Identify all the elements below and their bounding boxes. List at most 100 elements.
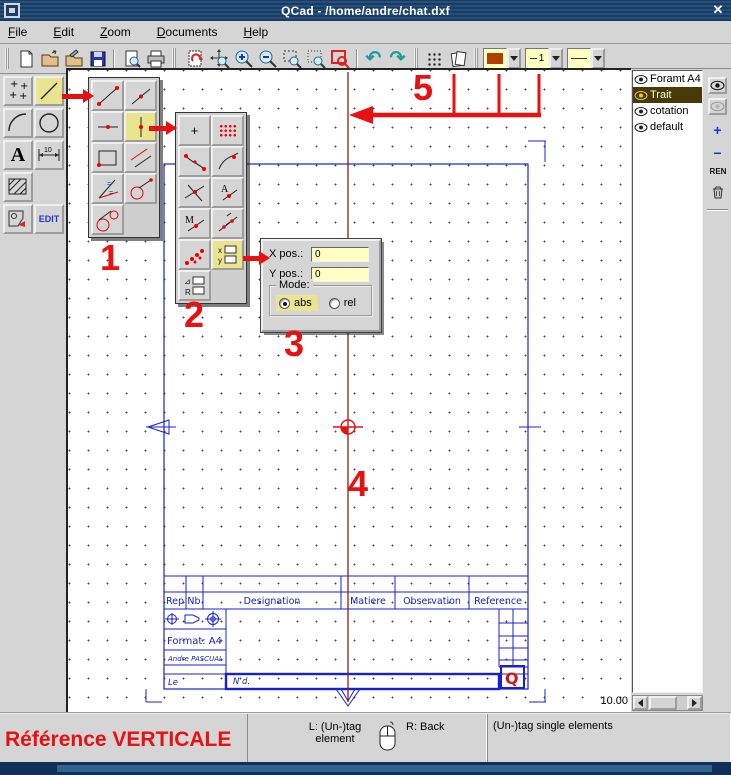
edit-mode-button[interactable]: EDIT (34, 204, 64, 234)
snap-endpoints-button[interactable] (178, 146, 211, 177)
points-tool-button[interactable]: ++++ (3, 76, 33, 106)
snap-intersection-button[interactable] (178, 177, 211, 208)
snap-grid-button[interactable] (211, 115, 244, 146)
layer-name: Foramt A4 (650, 73, 701, 85)
eye-icon (634, 74, 648, 85)
line-two-points-button[interactable] (91, 80, 124, 111)
toolbar-handle[interactable] (414, 48, 418, 69)
open-file-button[interactable] (38, 47, 61, 70)
menu-help[interactable]: Help (243, 25, 268, 39)
snap-distance-button[interactable] (211, 208, 244, 239)
scroll-right-arrow[interactable] (687, 696, 702, 710)
mode-abs-radio[interactable]: abs (276, 295, 318, 311)
delete-layer-button[interactable] (708, 183, 727, 200)
part-library-button[interactable] (3, 204, 33, 234)
x-glyph: x (218, 246, 222, 255)
y-glyph: y (218, 256, 222, 265)
pen-width-dropdown-arrow[interactable] (549, 48, 563, 69)
line-bisector-button[interactable]: == (91, 173, 124, 204)
undo-button[interactable]: ↶ (362, 47, 385, 70)
print-button[interactable] (144, 47, 167, 70)
layer-row-format[interactable]: Foramt A4 (633, 71, 702, 87)
scroll-thumb[interactable] (649, 696, 677, 710)
radio-dot-icon (279, 298, 290, 309)
hatch-tool-button[interactable] (3, 172, 33, 202)
layer-list[interactable]: Foramt A4 Trait cotation default (632, 70, 703, 693)
layer-list-hscrollbar[interactable] (632, 695, 703, 711)
pen-color-combo[interactable] (483, 48, 521, 69)
snap-auto-button[interactable]: A (211, 177, 244, 208)
new-file-button[interactable] (14, 47, 37, 70)
svg-text:=: = (107, 181, 111, 188)
menu-file[interactable]: File (8, 25, 27, 39)
layer-name: Trait (650, 89, 672, 101)
save-file-button[interactable] (86, 47, 109, 70)
dimension-tool-button[interactable]: 10 (34, 140, 64, 170)
menu-zoom[interactable]: Zoom (100, 25, 131, 39)
x-pos-label: X pos.: (269, 248, 311, 260)
line-parallel-button[interactable] (124, 142, 157, 173)
add-layer-button[interactable]: + (708, 121, 727, 138)
rename-layer-button[interactable]: REN (707, 167, 729, 176)
print-preview-button[interactable] (120, 47, 143, 70)
line-horizontal-button[interactable] (91, 111, 124, 142)
window-close-button[interactable]: ✕ (709, 1, 727, 19)
radio-icon (329, 298, 340, 309)
zoom-window-button[interactable] (280, 47, 303, 70)
annotation-number-3: 3 (284, 326, 304, 362)
circle-tool-button[interactable] (34, 108, 64, 138)
snap-multiple-button[interactable] (178, 239, 211, 270)
menu-documents[interactable]: Documents (157, 25, 218, 39)
angle-glyph: ⊿ (184, 277, 191, 286)
zoom-auto-button[interactable] (304, 47, 327, 70)
snap-middle-button[interactable]: M (178, 208, 211, 239)
annotation-number-5: 5 (413, 70, 433, 106)
edit-label: EDIT (39, 214, 60, 224)
status-help-text: (Un-)tag single elements (493, 720, 613, 732)
line-angle-button[interactable] (124, 80, 157, 111)
snap-on-entity-button[interactable] (211, 146, 244, 177)
toolbar-handle[interactable] (172, 48, 176, 69)
pen-color-dropdown-arrow[interactable] (507, 48, 521, 69)
menu-edit[interactable]: Edit (53, 25, 74, 39)
rectangle-button[interactable] (91, 142, 124, 173)
snap-free-button[interactable]: + (178, 115, 211, 146)
redraw-button[interactable] (184, 47, 207, 70)
import-file-button[interactable] (62, 47, 85, 70)
toolbar-handle[interactable] (5, 48, 9, 69)
hide-layer-button[interactable] (708, 98, 727, 115)
line-tool-button[interactable] (34, 76, 64, 106)
zoom-out-button[interactable] (256, 47, 279, 70)
layer-row-default[interactable]: default (633, 119, 702, 135)
title-block (164, 576, 528, 689)
zoom-in-button[interactable] (232, 47, 255, 70)
mode-rel-radio[interactable]: rel (326, 295, 362, 311)
line-tangent-point-button[interactable] (124, 173, 157, 204)
window-menu-icon[interactable] (4, 3, 20, 18)
zoom-previous-button[interactable] (328, 47, 351, 70)
status-command-label: Référence VERTICALE (5, 728, 231, 752)
tb-header-observation: Observation (403, 596, 461, 607)
grid-spacing-indicator: 10.00 (580, 695, 628, 707)
pen-width-combo[interactable]: 1 (525, 48, 563, 69)
text-tool-button[interactable]: A (3, 140, 33, 170)
layer-row-cotation[interactable]: cotation (633, 103, 702, 119)
dimension-10-label: 10 (44, 147, 52, 154)
layers-toggle-button[interactable] (446, 47, 469, 70)
line-tangent-circles-button[interactable] (91, 204, 124, 235)
remove-layer-button[interactable]: − (708, 144, 727, 161)
pen-style-dropdown-arrow[interactable] (591, 48, 605, 69)
show-layer-button[interactable] (708, 77, 727, 94)
snap-coordinates-button[interactable]: xy (211, 239, 244, 270)
layer-panel: Foramt A4 Trait cotation default + (631, 68, 731, 712)
pen-style-combo[interactable] (567, 48, 605, 69)
y-pos-input[interactable] (311, 267, 369, 282)
scroll-left-arrow[interactable] (633, 696, 648, 710)
arc-tool-button[interactable] (3, 108, 33, 138)
layer-row-trait[interactable]: Trait (633, 87, 702, 103)
toolbar-handle[interactable] (474, 48, 478, 69)
zoom-pan-button[interactable] (208, 47, 231, 70)
tb-header-designation: Designation (244, 596, 301, 607)
redo-button[interactable]: ↷ (386, 47, 409, 70)
x-pos-input[interactable] (311, 247, 369, 262)
